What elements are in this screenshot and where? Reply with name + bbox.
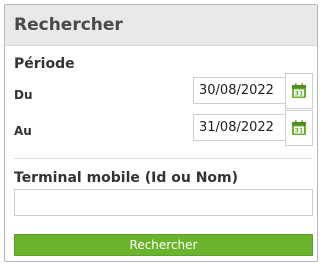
search-panel: Rechercher Période Du 31 Au 31 Terminal … bbox=[4, 4, 318, 262]
to-date-input[interactable] bbox=[193, 114, 286, 141]
calendar-icon: 31 bbox=[292, 120, 306, 135]
from-label: Du bbox=[14, 88, 33, 102]
section-divider bbox=[14, 158, 312, 159]
terminal-input[interactable] bbox=[14, 189, 313, 216]
to-label: Au bbox=[14, 124, 32, 138]
from-calendar-button[interactable]: 31 bbox=[285, 73, 313, 109]
from-date-input[interactable] bbox=[193, 77, 286, 104]
period-title: Période bbox=[14, 56, 75, 72]
panel-header: Rechercher bbox=[5, 5, 317, 46]
to-calendar-button[interactable]: 31 bbox=[285, 110, 313, 146]
terminal-label: Terminal mobile (Id ou Nom) bbox=[14, 170, 239, 186]
calendar-day-text: 31 bbox=[294, 90, 304, 98]
calendar-day-text: 31 bbox=[294, 127, 304, 135]
panel-title: Rechercher bbox=[14, 15, 123, 35]
search-button[interactable]: Rechercher bbox=[14, 234, 313, 256]
calendar-icon: 31 bbox=[292, 83, 306, 98]
